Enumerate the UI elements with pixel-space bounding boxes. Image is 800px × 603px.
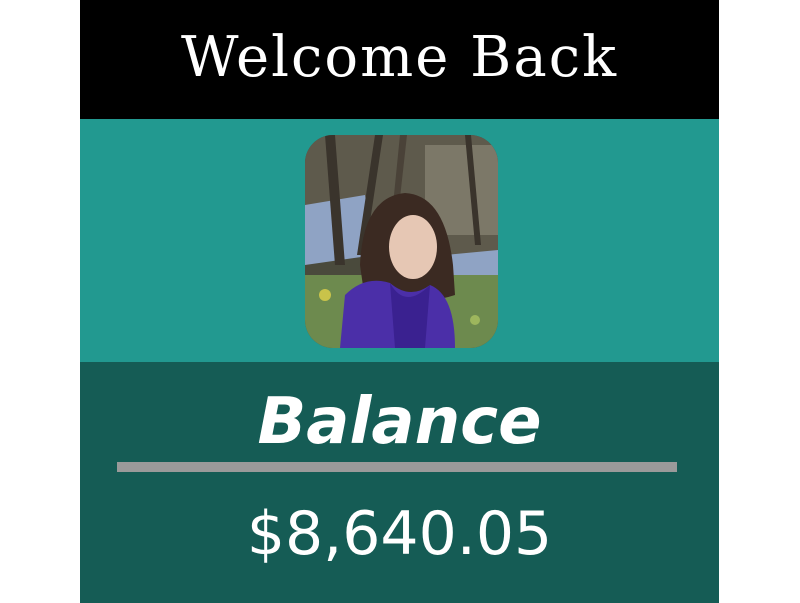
welcome-panel: Welcome Back Balance $8,640.05 bbox=[80, 0, 719, 603]
welcome-title: Welcome Back bbox=[181, 24, 618, 90]
balance-section: Balance $8,640.05 bbox=[80, 362, 719, 603]
balance-divider bbox=[117, 462, 677, 472]
profile-section bbox=[80, 119, 719, 362]
header-bar: Welcome Back bbox=[80, 0, 719, 119]
balance-amount: $8,640.05 bbox=[246, 499, 553, 569]
balance-label: Balance bbox=[257, 385, 542, 459]
avatar[interactable] bbox=[305, 135, 498, 348]
user-photo-icon bbox=[305, 135, 498, 348]
